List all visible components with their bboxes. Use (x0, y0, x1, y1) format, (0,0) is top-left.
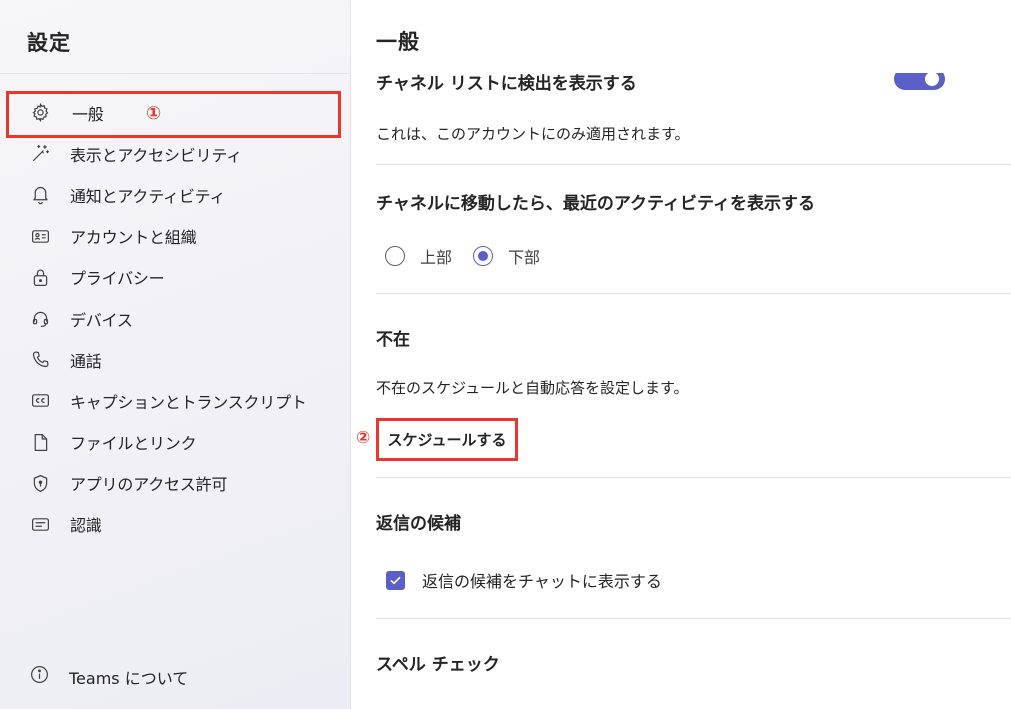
sidebar-item-label: キャプションとトランスクリプト (70, 392, 307, 412)
text-box-icon (29, 513, 51, 535)
section-divider (376, 164, 1011, 165)
recent-activity-options: 上部 下部 (385, 244, 561, 268)
sidebar-item-devices[interactable]: デバイス (0, 298, 351, 339)
sidebar-item-label: ファイルとリンク (70, 434, 197, 454)
info-icon (29, 664, 50, 689)
page-title: 一般 (376, 30, 420, 54)
id-card-icon (29, 225, 51, 247)
checkmark-icon (390, 576, 401, 584)
radio-top[interactable] (385, 246, 405, 266)
about-label: Teams について (69, 668, 189, 688)
document-icon (29, 431, 51, 453)
sidebar-item-about-teams[interactable]: Teams について (29, 664, 188, 689)
settings-content: 一般 チャネル リストに検出を表示する これは、このアカウントにのみ適用されます… (352, 0, 1011, 709)
annotation-marker-2: ② (356, 428, 371, 448)
gear-icon (29, 102, 51, 124)
reply-suggestions-label: 返信の候補をチャットに表示する (422, 572, 662, 591)
headset-icon (29, 308, 51, 330)
section-divider (376, 293, 1011, 294)
sidebar-item-label: アプリのアクセス許可 (70, 475, 228, 495)
shield-icon (29, 472, 51, 494)
section-divider (376, 477, 1011, 478)
sidebar-item-recognition[interactable]: 認識 (0, 504, 351, 545)
lock-icon (29, 266, 51, 288)
recent-activity-heading: チャネルに移動したら、最近のアクティビティを表示する (376, 194, 815, 214)
sidebar-item-label: 認識 (70, 516, 102, 536)
spell-check-heading: スペル チェック (376, 655, 500, 675)
phone-icon (29, 349, 51, 371)
away-heading: 不在 (376, 330, 410, 350)
sidebar-item-app-permissions[interactable]: アプリのアクセス許可 (0, 463, 351, 504)
sidebar-item-files-links[interactable]: ファイルとリンク (0, 422, 351, 463)
sidebar-item-label: アカウントと組織 (70, 228, 197, 248)
section-divider (376, 618, 1011, 619)
sidebar-item-label: 通知とアクティビティ (70, 186, 226, 206)
sidebar-divider (0, 73, 351, 74)
sidebar-item-general[interactable]: 一般 (0, 92, 351, 133)
settings-scroll-area[interactable]: チャネル リストに検出を表示する これは、このアカウントにのみ適用されます。 チ… (352, 73, 1011, 709)
radio-bottom[interactable] (473, 246, 494, 266)
reply-suggestions-option: 返信の候補をチャットに表示する (386, 568, 662, 592)
sidebar-item-label: プライバシー (70, 269, 165, 289)
account-only-note: これは、このアカウントにのみ適用されます。 (376, 125, 690, 143)
sidebar-item-label: 通話 (70, 351, 102, 371)
away-description: 不在のスケジュールと自動応答を設定します。 (376, 379, 689, 397)
sidebar-item-account-org[interactable]: アカウントと組織 (0, 216, 351, 257)
channel-list-toggle[interactable] (894, 73, 945, 90)
cc-icon (29, 390, 51, 412)
reply-suggestions-heading: 返信の候補 (376, 514, 461, 534)
annotation-marker-1: ① (146, 103, 162, 124)
sidebar-item-captions[interactable]: キャプションとトランスクリプト (0, 380, 351, 421)
schedule-button[interactable]: スケジュールする (376, 418, 518, 461)
sidebar-item-label: 一般 (72, 104, 104, 124)
magic-wand-icon (29, 143, 51, 165)
sidebar-item-label: デバイス (70, 310, 133, 330)
reply-suggestions-checkbox[interactable] (386, 570, 405, 590)
settings-nav: 一般 表示とアクセシビリティ 通知とアクティビティ アカウントと組織 プライバシ… (0, 92, 351, 545)
sidebar-item-display-accessibility[interactable]: 表示とアクセシビリティ (0, 133, 351, 174)
settings-sidebar: 設定 一般 表示とアクセシビリティ 通知とアクティビティ アカウントと組織 プラ… (0, 0, 351, 709)
radio-bottom-label: 下部 (508, 248, 541, 267)
radio-top-label: 上部 (420, 248, 453, 267)
sidebar-item-calls[interactable]: 通話 (0, 339, 351, 380)
channel-list-heading: チャネル リストに検出を表示する (376, 74, 637, 94)
sidebar-title: 設定 (27, 31, 71, 55)
sidebar-item-notifications[interactable]: 通知とアクティビティ (0, 174, 351, 215)
sidebar-item-label: 表示とアクセシビリティ (70, 145, 243, 165)
sidebar-item-privacy[interactable]: プライバシー (0, 257, 351, 298)
bell-icon (29, 184, 51, 206)
